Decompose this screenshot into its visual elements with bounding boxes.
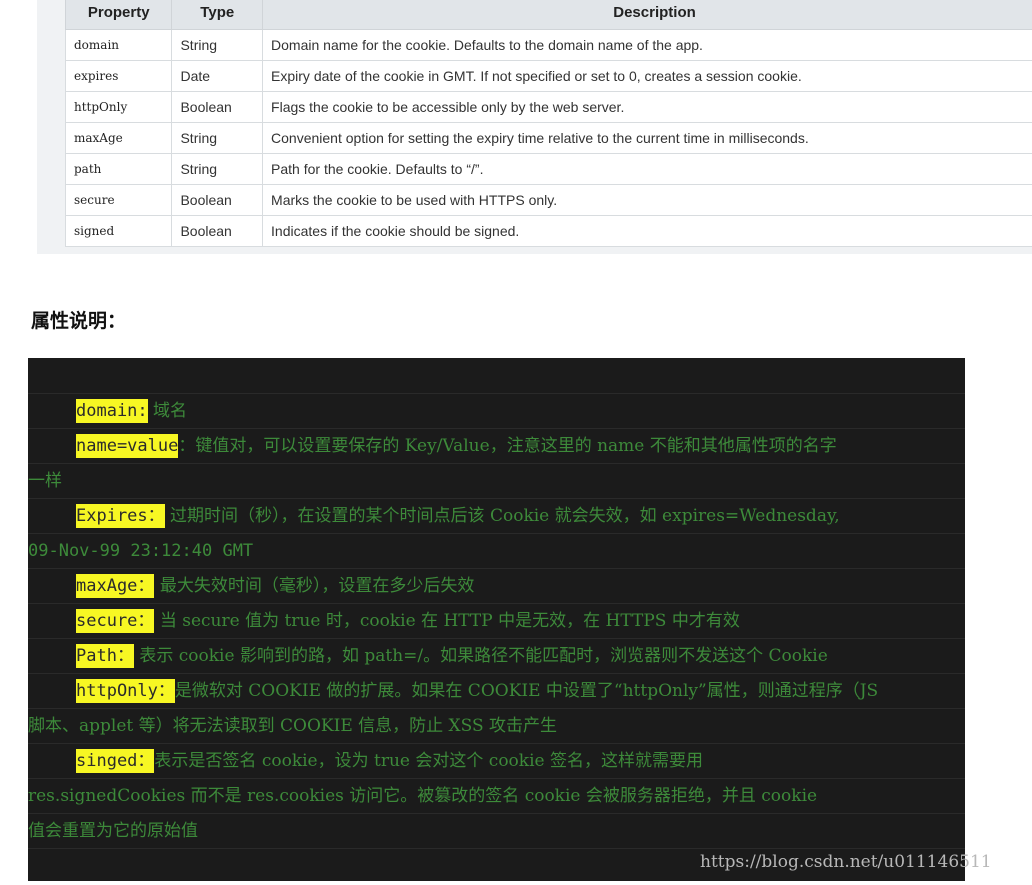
cell-description: Indicates if the cookie should be signed… — [262, 215, 1032, 247]
table-row: signed Boolean Indicates if the cookie s… — [64, 215, 1032, 247]
key-domain: domain: — [76, 399, 148, 423]
cell-type: Boolean — [171, 91, 264, 123]
key-maxage: maxAge： — [76, 574, 155, 598]
cell-property: path — [64, 153, 173, 185]
cell-description: Expiry date of the cookie in GMT. If not… — [262, 60, 1032, 92]
table-header-row: Property Type Description — [64, 0, 1032, 30]
cell-description: Domain name for the cookie. Defaults to … — [262, 29, 1032, 61]
cell-property: expires — [64, 60, 173, 92]
header-type: Type — [171, 0, 264, 30]
code-line-singed: singed：表示是否签名 cookie，设为 true 会对这个 cookie… — [28, 743, 965, 777]
code-line-httponly: httpOnly：是微软对 COOKIE 做的扩展。如果在 COOKIE 中设置… — [28, 673, 965, 707]
text-singed-cont1: res.signedCookies 而不是 res.cookies 访问它。被篡… — [28, 786, 818, 806]
section-heading: 属性说明： — [31, 310, 127, 332]
cookie-options-table: Property Type Description domain String … — [64, 0, 1032, 247]
code-line-domain: domain: 域名 — [28, 393, 965, 427]
text-httponly-cont: 脚本、applet 等）将无法读取到 COOKIE 信息，防止 XSS 攻击产生 — [28, 716, 558, 736]
code-line-singed-cont2: 值会重置为它的原始值 — [28, 813, 965, 847]
key-httponly: httpOnly： — [76, 679, 175, 703]
text-httponly: 是微软对 COOKIE 做的扩展。如果在 COOKIE 中设置了“httpOnl… — [174, 681, 879, 701]
cell-property: secure — [64, 184, 173, 216]
table-row: domain String Domain name for the cookie… — [64, 29, 1032, 61]
code-block: domain: 域名 name=value：键值对，可以设置要保存的 Key/V… — [28, 358, 965, 881]
table-row: maxAge String Convenient option for sett… — [64, 122, 1032, 154]
cell-property: signed — [64, 215, 173, 247]
code-line-namevalue-cont: 一样 — [28, 463, 965, 497]
code-line-httponly-cont: 脚本、applet 等）将无法读取到 COOKIE 信息，防止 XSS 攻击产生 — [28, 708, 965, 742]
table-row: path String Path for the cookie. Default… — [64, 153, 1032, 185]
key-secure: secure： — [76, 609, 155, 633]
code-line-path: Path： 表示 cookie 影响到的路，如 path=/。如果路径不能匹配时… — [28, 638, 965, 672]
cell-type: String — [171, 122, 264, 154]
key-namevalue: name=value — [76, 434, 179, 458]
text-namevalue: ：键值对，可以设置要保存的 Key/Value，注意这里的 name 不能和其他… — [178, 436, 837, 456]
cell-property: httpOnly — [64, 91, 173, 123]
text-singed: 表示是否签名 cookie，设为 true 会对这个 cookie 签名，这样就… — [154, 751, 703, 771]
header-property: Property — [64, 0, 173, 30]
text-expires: 过期时间（秒），在设置的某个时间点后该 Cookie 就会失效，如 expire… — [164, 506, 840, 526]
key-expires: Expires： — [76, 504, 165, 528]
text-singed-cont2: 值会重置为它的原始值 — [28, 821, 198, 841]
text-secure: 当 secure 值为 true 时，cookie 在 HTTP 中是无效，在 … — [154, 611, 740, 631]
text-domain: 域名 — [147, 401, 188, 421]
text-path: 表示 cookie 影响到的路，如 path=/。如果路径不能匹配时，浏览器则不… — [133, 646, 828, 666]
cell-type: Date — [171, 60, 264, 92]
cell-property: maxAge — [64, 122, 173, 154]
cell-type: String — [171, 153, 264, 185]
table-row: expires Date Expiry date of the cookie i… — [64, 60, 1032, 92]
text-expires-cont: 09-Nov-99 23:12:40 GMT — [28, 541, 254, 561]
key-singed: singed： — [76, 749, 155, 773]
cell-type: Boolean — [171, 184, 264, 216]
code-line-maxage: maxAge： 最大失效时间（毫秒），设置在多少后失效 — [28, 568, 965, 602]
cookie-options-table-panel: Property Type Description domain String … — [37, 0, 1032, 254]
table-row: secure Boolean Marks the cookie to be us… — [64, 184, 1032, 216]
code-line-expires: Expires： 过期时间（秒），在设置的某个时间点后该 Cookie 就会失效… — [28, 498, 965, 532]
code-line-secure: secure： 当 secure 值为 true 时，cookie 在 HTTP… — [28, 603, 965, 637]
cell-property: domain — [64, 29, 173, 61]
table-row: httpOnly Boolean Flags the cookie to be … — [64, 91, 1032, 123]
header-description: Description — [262, 0, 1032, 30]
text-maxage: 最大失效时间（毫秒），设置在多少后失效 — [154, 576, 475, 596]
key-path: Path： — [76, 644, 134, 668]
watermark: https://blog.csdn.net/u011146511 — [700, 852, 992, 872]
code-line-expires-cont: 09-Nov-99 23:12:40 GMT — [28, 533, 965, 567]
cell-description: Convenient option for setting the expiry… — [262, 122, 1032, 154]
cell-description: Marks the cookie to be used with HTTPS o… — [262, 184, 1032, 216]
cell-type: String — [171, 29, 264, 61]
cell-type: Boolean — [171, 215, 264, 247]
text-namevalue-cont: 一样 — [28, 471, 62, 491]
code-line-singed-cont1: res.signedCookies 而不是 res.cookies 访问它。被篡… — [28, 778, 965, 812]
cell-description: Flags the cookie to be accessible only b… — [262, 91, 1032, 123]
code-line-namevalue: name=value：键值对，可以设置要保存的 Key/Value，注意这里的 … — [28, 428, 965, 462]
cell-description: Path for the cookie. Defaults to “/”. — [262, 153, 1032, 185]
